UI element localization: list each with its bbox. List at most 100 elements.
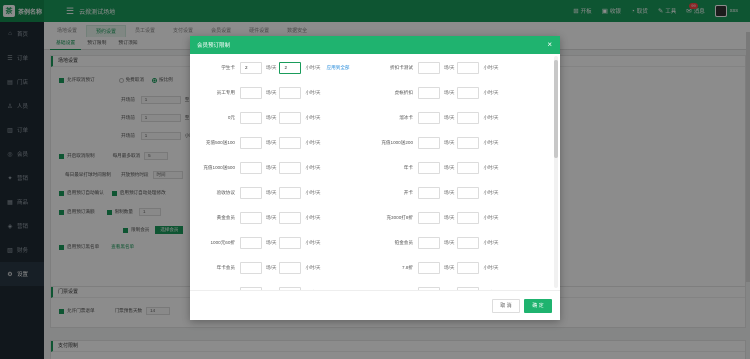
sessions-per-day-input[interactable] <box>240 237 262 249</box>
member-booking-limit-dialog: 会员预订限制 × 学生卡 2 场/天 2 小时/天 应用到全部 折扣卡测试 场/天 小时/天 员工… <box>190 36 560 320</box>
member-card-name: 黄金会员 <box>216 215 235 220</box>
member-limit-row: 充3000打8折 场/天 小时/天 <box>372 212 502 224</box>
member-limit-row: 折扣卡测试 场/天 小时/天 <box>372 62 502 74</box>
sessions-per-day-input[interactable] <box>418 137 440 149</box>
apply-to-all-link[interactable]: 应用到全部 <box>327 65 350 71</box>
member-limit-row: 0元 场/天 小时/天 <box>194 112 324 124</box>
sessions-per-day-input[interactable] <box>240 187 262 199</box>
sessions-per-day-input[interactable] <box>418 87 440 99</box>
confirm-button[interactable]: 确 定 <box>524 299 552 313</box>
hours-per-day-input[interactable] <box>457 62 480 74</box>
member-card-name: 员工专用 <box>216 90 235 95</box>
member-card-name: 充值500送100 <box>205 140 235 145</box>
unit-label: 场/天 <box>444 65 455 70</box>
member-limit-row: 溜冰卡 场/天 小时/天 <box>372 112 502 124</box>
unit-label: 场/天 <box>444 265 455 270</box>
member-card-name: 学生卡 <box>221 65 235 70</box>
sessions-per-day-input[interactable] <box>240 137 262 149</box>
hours-per-day-input[interactable] <box>279 187 302 199</box>
unit-label: 场/天 <box>266 240 277 245</box>
scrollbar-thumb[interactable] <box>554 60 558 158</box>
sessions-per-day-input[interactable] <box>240 162 262 174</box>
member-limit-row: 员工专用 场/天 小时/天 <box>194 87 324 99</box>
member-card-name: 年卡 <box>403 165 413 170</box>
hours-per-day-input[interactable] <box>457 162 480 174</box>
unit-label: 场/天 <box>444 140 455 145</box>
dialog-scrollbar[interactable] <box>554 56 558 288</box>
hours-per-day-input[interactable] <box>457 187 480 199</box>
unit-label: 场/天 <box>266 265 277 270</box>
unit-label: 场/天 <box>266 90 277 95</box>
hours-per-day-input[interactable] <box>279 162 302 174</box>
unit-label: 小时/天 <box>483 240 499 245</box>
member-card-name: 0元 <box>227 115 235 120</box>
unit-label: 场/天 <box>444 215 455 220</box>
sessions-per-day-input[interactable] <box>418 162 440 174</box>
hours-per-day-input[interactable] <box>279 137 302 149</box>
member-card-name: 充值1000送200 <box>381 140 413 145</box>
sessions-per-day-input[interactable] <box>418 112 440 124</box>
unit-label: 小时/天 <box>483 190 499 195</box>
unit-label: 小时/天 <box>483 265 499 270</box>
unit-label: 场/天 <box>444 90 455 95</box>
member-card-name: 1000元60折 <box>210 240 235 245</box>
member-card-name: 开卡 <box>403 190 413 195</box>
member-limit-row: 验收协议 场/天 小时/天 <box>194 187 324 199</box>
sessions-per-day-input[interactable] <box>418 62 440 74</box>
sessions-per-day-input[interactable] <box>418 237 440 249</box>
unit-label: 小时/天 <box>305 190 321 195</box>
member-limit-row: 虎帐折扣 场/天 小时/天 <box>372 87 502 99</box>
member-card-name: 7.8折 <box>402 265 413 270</box>
cancel-button[interactable]: 取 消 <box>492 299 520 313</box>
unit-label: 小时/天 <box>305 90 321 95</box>
member-limit-row: 黄金会员 场/天 小时/天 <box>194 212 324 224</box>
member-limit-row: 充值500送100 场/天 小时/天 <box>194 137 324 149</box>
member-limit-row: 充值1000送500 场/天 小时/天 <box>194 162 324 174</box>
hours-per-day-input[interactable] <box>279 262 302 274</box>
hours-per-day-input[interactable] <box>457 112 480 124</box>
sessions-per-day-input[interactable] <box>418 212 440 224</box>
hours-per-day-input[interactable] <box>279 237 302 249</box>
unit-label: 小时/天 <box>305 65 321 70</box>
sessions-per-day-input[interactable] <box>240 262 262 274</box>
sessions-per-day-input[interactable]: 2 <box>240 62 262 74</box>
unit-label: 小时/天 <box>305 215 321 220</box>
unit-label: 小时/天 <box>483 165 499 170</box>
unit-label: 小时/天 <box>483 90 499 95</box>
sessions-per-day-input[interactable] <box>240 87 262 99</box>
member-card-name: 溜冰卡 <box>399 115 413 120</box>
hours-per-day-input[interactable] <box>279 87 302 99</box>
member-card-name: 充值1000送500 <box>203 165 235 170</box>
unit-label: 场/天 <box>266 165 277 170</box>
sessions-per-day-input[interactable] <box>240 212 262 224</box>
member-limit-row: 年卡 场/天 小时/天 <box>372 162 502 174</box>
unit-label: 小时/天 <box>483 215 499 220</box>
unit-label: 小时/天 <box>305 240 321 245</box>
member-card-name: 铂金会员 <box>394 240 413 245</box>
hours-per-day-input[interactable] <box>457 262 480 274</box>
member-limit-row: 开卡 场/天 小时/天 <box>372 187 502 199</box>
unit-label: 场/天 <box>266 140 277 145</box>
unit-label: 小时/天 <box>305 115 321 120</box>
hours-per-day-input[interactable] <box>279 112 302 124</box>
unit-label: 小时/天 <box>483 140 499 145</box>
close-icon[interactable]: × <box>547 40 552 49</box>
member-limit-row: 1000元60折 场/天 小时/天 <box>194 237 324 249</box>
sessions-per-day-input[interactable] <box>240 112 262 124</box>
sessions-per-day-input[interactable] <box>418 187 440 199</box>
dialog-footer: 取 消 确 定 <box>190 290 560 320</box>
unit-label: 场/天 <box>444 165 455 170</box>
hours-per-day-input[interactable] <box>457 137 480 149</box>
hours-per-day-input[interactable] <box>279 212 302 224</box>
unit-label: 场/天 <box>266 65 277 70</box>
hours-per-day-input[interactable] <box>457 237 480 249</box>
hours-per-day-input[interactable] <box>457 87 480 99</box>
hours-per-day-input[interactable]: 2 <box>279 62 302 74</box>
member-card-name: 年卡会员 <box>216 265 235 270</box>
dialog-body: 学生卡 2 场/天 2 小时/天 应用到全部 折扣卡测试 场/天 小时/天 员工专用 场/天 小时/天… <box>190 54 552 290</box>
member-limit-row: 7.8折 场/天 小时/天 <box>372 262 502 274</box>
member-card-name: 虎帐折扣 <box>394 90 413 95</box>
hours-per-day-input[interactable] <box>457 212 480 224</box>
sessions-per-day-input[interactable] <box>418 262 440 274</box>
member-limit-row: 年卡会员 场/天 小时/天 <box>194 262 324 274</box>
